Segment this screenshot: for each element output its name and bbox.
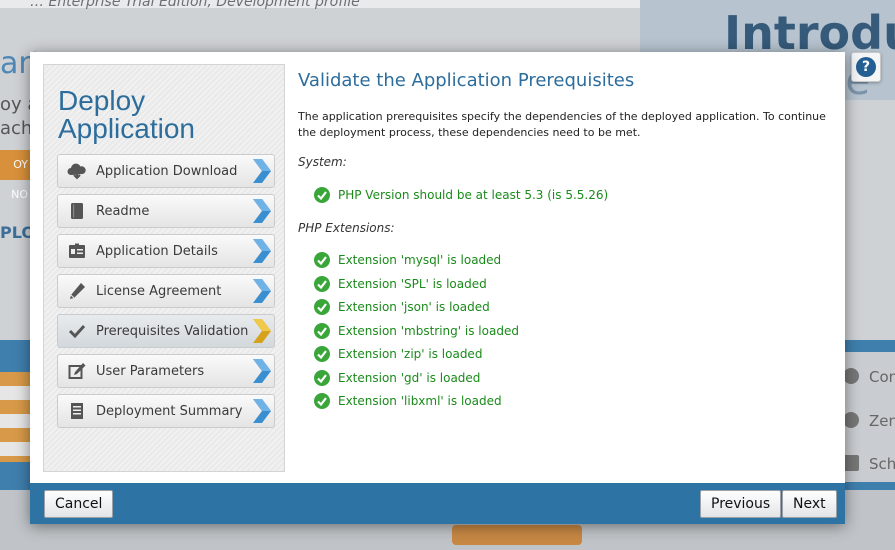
step-application-details[interactable]: Application Details [57, 234, 275, 268]
bg-thumbnails [0, 372, 30, 462]
step-prerequisites-validation[interactable]: Prerequisites Validation [57, 314, 275, 348]
step-deployment-summary[interactable]: Deployment Summary [57, 394, 275, 428]
calendar-icon [843, 455, 859, 471]
circle-icon [843, 412, 859, 428]
extensions-list: Extension 'mysql' is loaded Extension 'S… [298, 249, 828, 414]
circle-icon [843, 368, 859, 384]
wizard-sidebar: Deploy Application Application Download … [43, 64, 285, 472]
green-check-icon [314, 322, 330, 339]
book-icon [58, 201, 96, 221]
next-button[interactable]: Next [782, 490, 837, 518]
bg-right-item-3: Sch [843, 455, 895, 473]
requirement-item: Extension 'mbstring' is loaded [314, 319, 828, 343]
bg-left-text-2: ach [0, 118, 33, 139]
help-button[interactable]: ? [851, 52, 881, 82]
requirement-item: Extension 'gd' is loaded [314, 366, 828, 390]
chevron-right-icon [248, 195, 274, 227]
deploy-application-dialog: Deploy Application Application Download … [30, 52, 845, 524]
requirement-item: Extension 'libxml' is loaded [314, 390, 828, 414]
previous-button[interactable]: Previous [700, 490, 782, 518]
requirement-item: Extension 'json' is loaded [314, 296, 828, 320]
chevron-right-icon [248, 155, 274, 187]
step-license-agreement[interactable]: License Agreement [57, 274, 275, 308]
chevron-right-icon [248, 355, 274, 387]
checkmark-icon [58, 321, 96, 341]
green-check-icon [314, 186, 330, 203]
system-section-title: System: [298, 155, 347, 169]
green-check-icon [314, 393, 330, 410]
pen-icon [58, 281, 96, 301]
bg-subtitle: … Enterprise Trial Edition, Development … [30, 0, 360, 10]
bg-deploy-now-button: OY NO [0, 150, 30, 201]
chevron-right-icon [248, 235, 274, 267]
wizard-steps: Application Download Readme Application … [57, 154, 275, 434]
step-label: Prerequisites Validation [96, 323, 249, 339]
green-check-icon [314, 299, 330, 316]
step-label: Application Details [96, 243, 218, 259]
requirement-item: Extension 'zip' is loaded [314, 343, 828, 367]
id-card-icon [58, 241, 96, 261]
chevron-right-icon [248, 395, 274, 427]
step-readme[interactable]: Readme [57, 194, 275, 228]
prerequisites-panel: Validate the Application Prerequisites T… [298, 70, 828, 413]
wizard-title: Deploy Application [58, 85, 195, 144]
chevron-right-icon [248, 275, 274, 307]
step-user-parameters[interactable]: User Parameters [57, 354, 275, 388]
step-application-download[interactable]: Application Download [57, 154, 275, 188]
bg-right-item-2: Zen [843, 412, 895, 430]
requirement-item: PHP Version should be at least 5.3 (is 5… [314, 183, 828, 207]
bg-right-item-1: Con [843, 368, 895, 386]
cloud-download-icon [58, 161, 96, 181]
edit-icon [58, 361, 96, 381]
extensions-section-title: PHP Extensions: [298, 220, 395, 235]
intro-text: The application prerequisites specify th… [298, 110, 826, 139]
cancel-button[interactable]: Cancel [44, 490, 114, 518]
system-requirements-list: PHP Version should be at least 5.3 (is 5… [298, 183, 828, 207]
step-label: License Agreement [96, 283, 222, 299]
dialog-footer: Cancel Previous Next [30, 483, 845, 524]
chevron-right-icon [248, 315, 274, 347]
green-check-icon [314, 346, 330, 363]
step-label: Application Download [96, 163, 238, 179]
step-label: Deployment Summary [96, 403, 243, 419]
requirement-item: Extension 'mysql' is loaded [314, 249, 828, 273]
green-check-icon [314, 252, 330, 269]
question-mark-icon: ? [856, 57, 876, 77]
green-check-icon [314, 369, 330, 386]
step-label: User Parameters [96, 363, 205, 379]
step-label: Readme [96, 203, 150, 219]
green-check-icon [314, 275, 330, 292]
document-list-icon [58, 401, 96, 421]
page-title: Validate the Application Prerequisites [298, 70, 635, 91]
requirement-item: Extension 'SPL' is loaded [314, 272, 828, 296]
bg-bottom-button [452, 525, 582, 545]
